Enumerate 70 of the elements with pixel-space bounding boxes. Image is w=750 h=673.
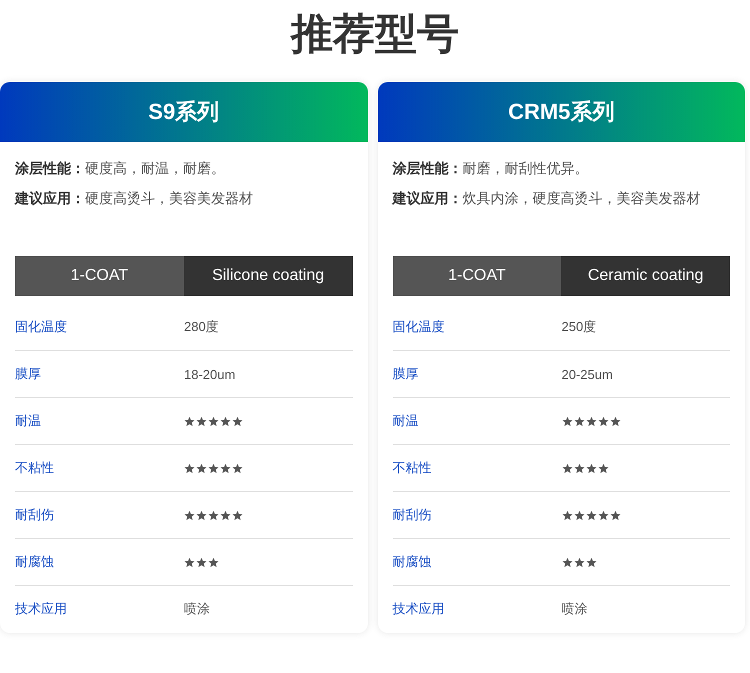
star-icon — [220, 462, 231, 474]
star-icon — [574, 462, 584, 474]
spec-label: 耐腐蚀 — [15, 553, 55, 571]
info-value: 硬度高，耐温，耐磨。 — [85, 159, 225, 178]
star-icon — [232, 416, 243, 426]
star-icon — [562, 416, 572, 426]
info-label: 涂层性能： — [15, 159, 85, 178]
star-icon — [208, 556, 219, 568]
spec-label: 膜厚 — [15, 365, 42, 383]
spec-label: 固化温度 — [15, 318, 68, 336]
spec-label: 耐温 — [392, 412, 420, 430]
star-icon — [586, 416, 596, 426]
star-icon — [208, 510, 219, 520]
star-icon — [610, 510, 620, 520]
star-icon — [220, 416, 231, 426]
star-icon — [586, 462, 596, 474]
spec-value: 18-20um — [184, 366, 236, 382]
info-value: 耐磨，耐刮性优异。 — [462, 159, 588, 178]
page-title: 推荐型号 — [291, 9, 459, 59]
star-icon — [574, 556, 584, 568]
star-icon — [232, 462, 243, 474]
spec-bar-cell: Ceramic coating — [561, 256, 730, 296]
star-icon — [598, 416, 608, 426]
spec-label: 耐腐蚀 — [392, 553, 432, 571]
spec-label: 耐温 — [15, 412, 42, 430]
star-icon — [184, 556, 195, 568]
star-icon — [208, 416, 219, 426]
info-label: 建议应用： — [392, 189, 462, 208]
spec-label: 不粘性 — [392, 459, 432, 477]
star-icon — [598, 462, 608, 474]
spec-label: 不粘性 — [15, 459, 55, 477]
star-icon — [574, 510, 584, 520]
star-icon — [184, 462, 195, 474]
spec-value: 250度 — [562, 318, 598, 336]
star-icon — [196, 556, 207, 568]
star-icon — [586, 556, 596, 568]
info-label: 涂层性能： — [392, 159, 462, 178]
star-icon — [574, 416, 584, 426]
star-icon — [610, 416, 620, 426]
spec-bar-cell: Silicone coating — [184, 256, 352, 296]
star-icon — [562, 510, 572, 520]
info-label: 建议应用： — [15, 189, 85, 208]
spec-value: 喷涂 — [184, 600, 211, 618]
info-value: 硬度高烫斗，美容美发器材 — [85, 189, 253, 208]
star-icon — [598, 510, 608, 520]
star-icon — [196, 416, 207, 426]
card-header: S9系列 — [0, 82, 368, 142]
star-icon — [184, 416, 195, 426]
spec-label: 耐刮伤 — [15, 506, 55, 524]
star-icon — [220, 510, 231, 520]
star-icon — [232, 510, 243, 520]
spec-bar-cell: 1-COAT — [392, 256, 562, 296]
spec-value: 280度 — [184, 318, 220, 336]
star-icon — [562, 462, 572, 474]
spec-bar-cell: 1-COAT — [15, 256, 184, 296]
spec-label: 技术应用 — [392, 600, 446, 618]
spec-label: 技术应用 — [15, 600, 68, 618]
spec-label: 固化温度 — [392, 318, 446, 336]
star-icon — [208, 462, 219, 474]
spec-value: 20-25um — [562, 366, 614, 382]
star-icon — [196, 462, 207, 474]
card-header: CRM5系列 — [378, 82, 745, 142]
info-value: 炊具内涂，硬度高烫斗，美容美发器材 — [462, 189, 700, 208]
star-icon — [196, 510, 207, 520]
spec-label: 耐刮伤 — [392, 506, 432, 524]
star-icon — [562, 556, 572, 568]
spec-value: 喷涂 — [562, 600, 588, 618]
spec-label: 膜厚 — [392, 365, 420, 383]
star-icon — [586, 510, 596, 520]
star-icon — [184, 510, 195, 520]
